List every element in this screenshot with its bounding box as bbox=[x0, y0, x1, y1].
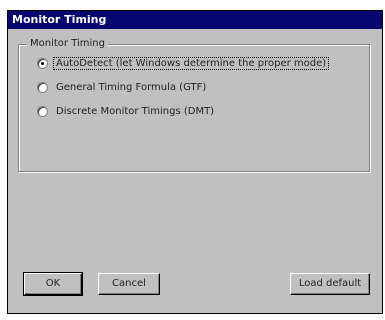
option-autodetect[interactable]: AutoDetect (let Windows determine the pr… bbox=[37, 55, 330, 71]
autodetect-label: AutoDetect (let Windows determine the pr… bbox=[52, 56, 330, 70]
ok-button[interactable]: OK bbox=[23, 272, 83, 296]
option-gtf[interactable]: General Timing Formula (GTF) bbox=[37, 79, 208, 95]
monitor-timing-dialog: Monitor Timing Monitor Timing AutoDetect… bbox=[7, 10, 383, 314]
autodetect-radio[interactable] bbox=[37, 57, 48, 69]
monitor-timing-group: Monitor Timing AutoDetect (let Windows d… bbox=[18, 37, 370, 172]
dmt-radio[interactable] bbox=[37, 105, 48, 117]
gtf-label: General Timing Formula (GTF) bbox=[56, 81, 207, 93]
gtf-radio[interactable] bbox=[37, 81, 48, 93]
dialog-title: Monitor Timing bbox=[8, 11, 382, 29]
cancel-button[interactable]: Cancel bbox=[98, 273, 160, 295]
dmt-label: Discrete Monitor Timings (DMT) bbox=[56, 105, 215, 117]
option-dmt[interactable]: Discrete Monitor Timings (DMT) bbox=[37, 103, 216, 119]
group-label: Monitor Timing bbox=[27, 37, 108, 51]
load-default-button[interactable]: Load default bbox=[290, 273, 370, 295]
